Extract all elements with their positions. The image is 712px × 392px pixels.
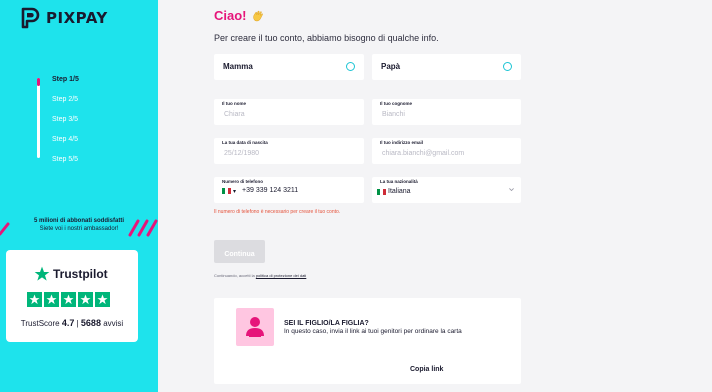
rating-star-icon [78, 292, 93, 307]
nationality-label: La tua nazionalità [380, 179, 418, 184]
brand-name: PIXPAY [46, 9, 108, 27]
subscribers-title: 5 milioni di abbonati soddisfatti [33, 218, 124, 224]
phone-error-message: Il numero di telefono è necessario per c… [214, 209, 341, 215]
birth-date-label: La tua data di nascita [222, 140, 268, 145]
step-5: Step 5/5 [52, 156, 79, 163]
step-4: Step 4/5 [52, 136, 79, 143]
first-name-input[interactable]: Chiara [224, 111, 245, 118]
rating-star-icon [44, 292, 59, 307]
trustpilot-brand: Trustpilot [53, 267, 108, 281]
email-field[interactable]: Il tuo indirizzo email chiara.bianchi@gm… [372, 138, 521, 164]
privacy-notice: Continuando, accetti la politica di prot… [214, 273, 306, 278]
italy-flag-icon[interactable] [222, 188, 231, 194]
step-track [37, 78, 40, 158]
phone-label: Numero di telefono [222, 179, 264, 184]
trustpilot-card[interactable]: Trustpilot TrustScore 4.7 | 5688 avvisi [6, 250, 138, 342]
step-3: Step 3/5 [52, 116, 79, 123]
last-name-input[interactable]: Bianchi [382, 111, 405, 118]
rating-star-icon [27, 292, 42, 307]
birth-date-field[interactable]: La tua data di nascita 25/12/1980 [214, 138, 364, 164]
trustpilot-logo: Trustpilot [34, 266, 108, 282]
nationality-value: Italiana [388, 188, 411, 195]
italy-flag-icon [377, 189, 386, 195]
trustpilot-score: TrustScore 4.7 | 5688 avvisi [6, 318, 138, 328]
rating-star-icon [95, 292, 110, 307]
trust-score-separator: | [76, 319, 79, 328]
continue-button[interactable]: Continua [214, 240, 265, 263]
child-invite-card: SEI IL FIGLIO/LA FIGLIA? In questo caso,… [214, 298, 521, 384]
last-name-field[interactable]: Il tuo cognome Bianchi [372, 99, 521, 125]
child-card-title: SEI IL FIGLIO/LA FIGLIA? [284, 320, 369, 327]
child-card-description: In questo caso, invia il link ai tuoi ge… [284, 328, 462, 335]
sidebar: PIXPAY Step 1/5 Step 2/5 Step 3/5 Step 4… [0, 0, 158, 392]
role-option-label: Mamma [223, 62, 253, 71]
child-user-icon [236, 308, 274, 346]
trust-score-value: 4.7 [61, 318, 75, 328]
trustpilot-star-icon [34, 266, 50, 281]
step-progress-fill [37, 78, 40, 86]
copy-link-button[interactable]: Copia link [410, 366, 443, 373]
email-label: Il tuo indirizzo email [380, 140, 424, 145]
radio-button[interactable] [346, 62, 355, 71]
first-name-label: Il tuo nome [222, 101, 246, 106]
role-option-label: Papà [381, 62, 401, 71]
chevron-down-icon[interactable] [508, 186, 515, 193]
privacy-policy-link[interactable]: politica di protezione dei dati [256, 273, 306, 278]
radio-button[interactable] [503, 62, 512, 71]
subscribers-banner: 5 milioni di abbonati soddisfatti Siete … [0, 218, 158, 232]
nationality-select[interactable]: La tua nazionalità Italiana [372, 177, 521, 203]
step-2: Step 2/5 [52, 96, 79, 103]
trust-score-prefix: TrustScore [20, 319, 60, 328]
role-option-papa[interactable]: Papà [372, 54, 521, 80]
trust-review-suffix: avvisi [103, 319, 124, 328]
intro-text: Per creare il tuo conto, abbiamo bisogno… [214, 33, 439, 43]
brand-logo[interactable]: PIXPAY [20, 6, 108, 30]
pixpay-logo-icon [21, 7, 40, 29]
country-dropdown-caret-icon[interactable]: ▾ [233, 188, 236, 195]
step-1: Step 1/5 [52, 76, 79, 83]
email-input[interactable]: chiara.bianchi@gmail.com [382, 150, 464, 157]
phone-field[interactable]: Numero di telefono ▾ +39 339 124 3211 [214, 177, 364, 203]
phone-input[interactable]: +39 339 124 3211 [242, 187, 298, 194]
subscribers-subtitle: Siete voi i nostri ambassador! [39, 226, 119, 232]
rating-star-icon [61, 292, 76, 307]
trust-review-count: 5688 [80, 318, 101, 328]
waving-hand-icon [252, 10, 263, 21]
greeting: Ciao! [214, 8, 265, 23]
privacy-prefix: Continuando, accetti la [214, 273, 255, 278]
last-name-label: Il tuo cognome [380, 101, 412, 106]
role-option-mamma[interactable]: Mamma [214, 54, 364, 80]
trustpilot-rating-stars [27, 292, 110, 307]
continue-button-label: Continua [224, 251, 255, 258]
greeting-text: Ciao! [214, 8, 247, 23]
first-name-field[interactable]: Il tuo nome Chiara [214, 99, 364, 125]
birth-date-input[interactable]: 25/12/1980 [224, 150, 259, 157]
